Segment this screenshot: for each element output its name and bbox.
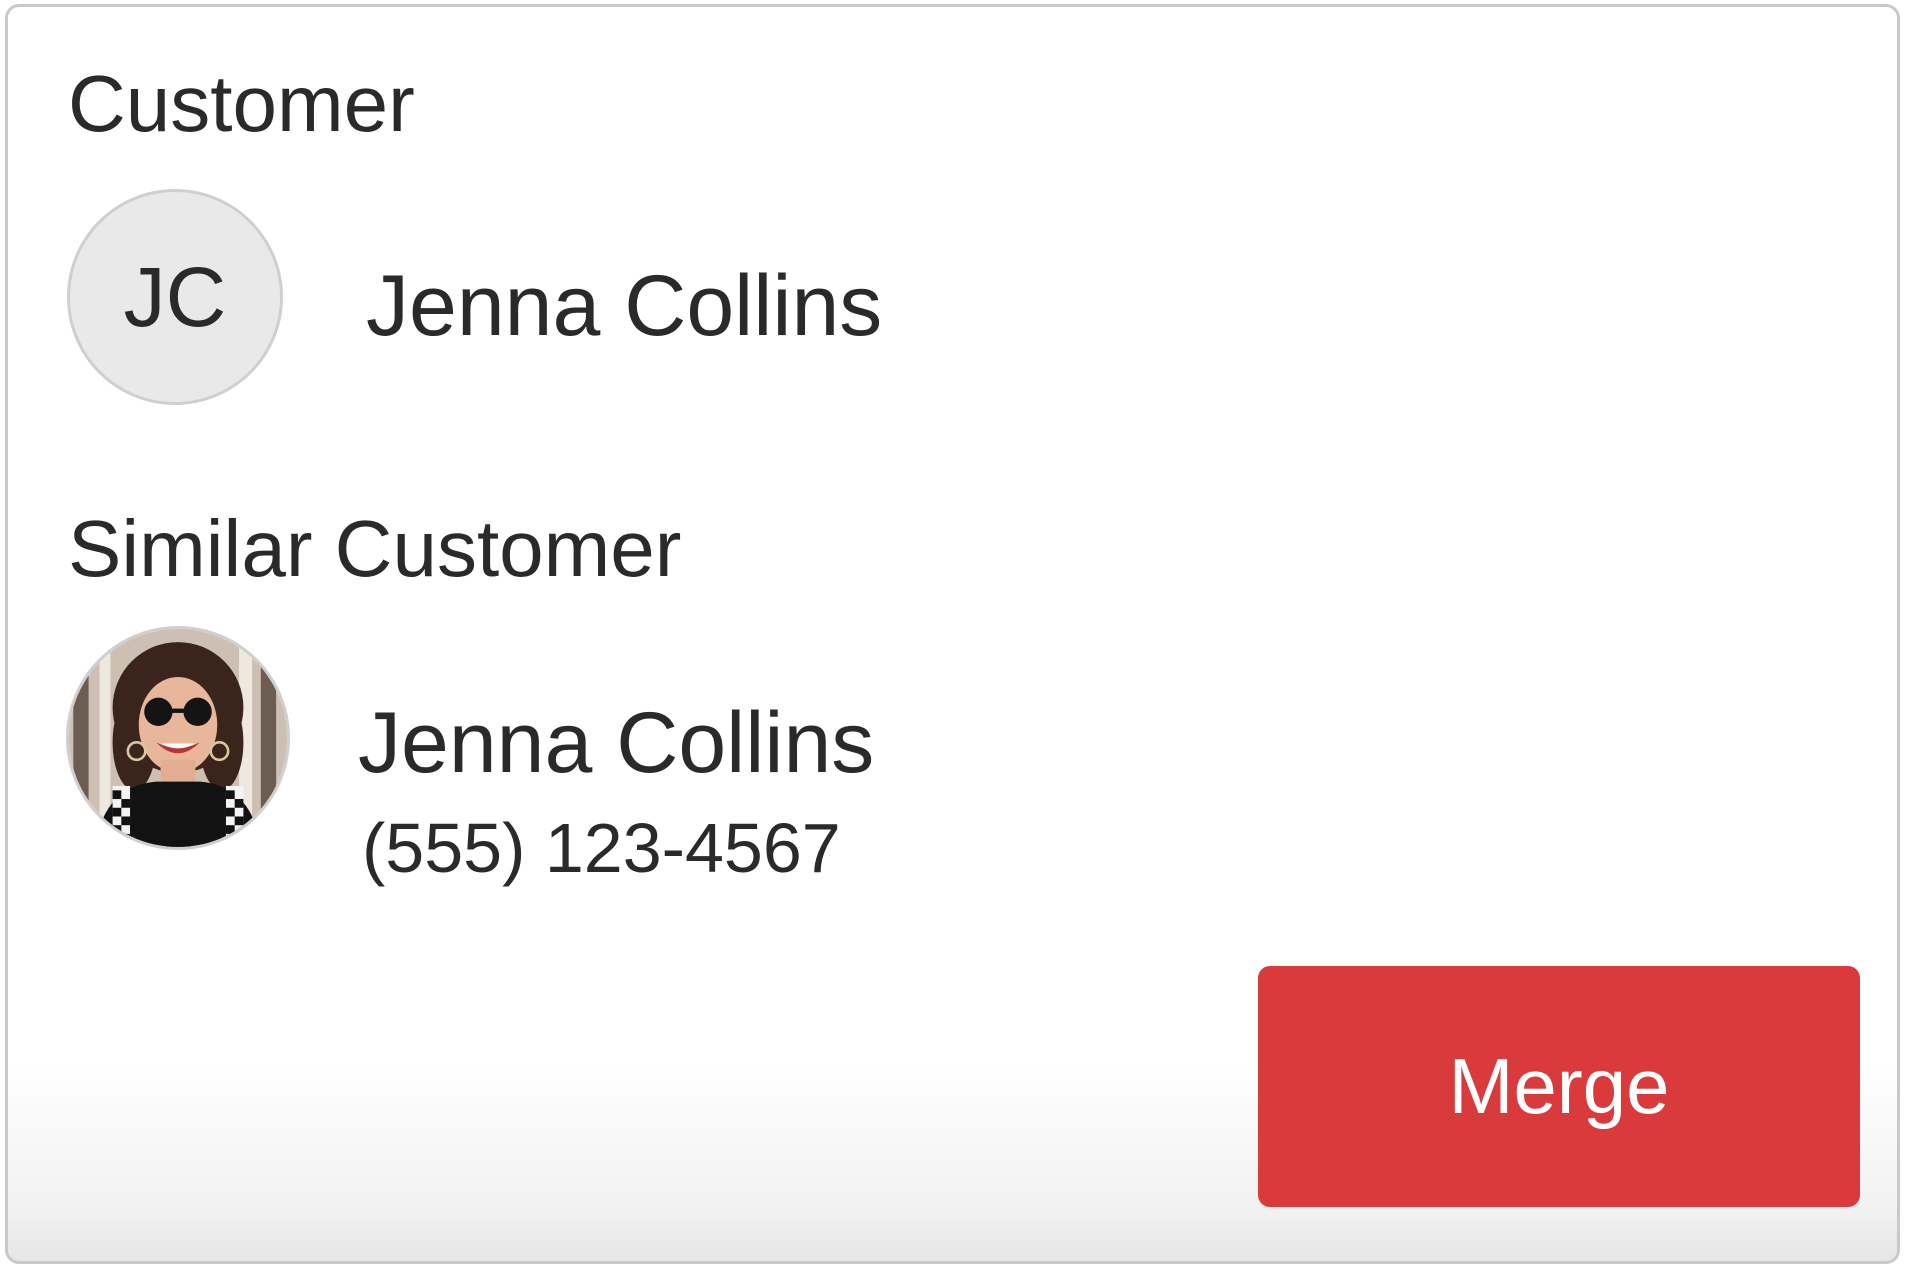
merge-button[interactable]: Merge	[1258, 966, 1860, 1207]
customer-name: Jenna Collins	[366, 258, 883, 354]
customer-section-title: Customer	[68, 59, 415, 148]
customer-photo-icon	[69, 629, 287, 847]
similar-customer-section-title: Similar Customer	[68, 504, 682, 593]
customer-initials: JC	[123, 249, 227, 344]
similar-customer-avatar	[66, 626, 290, 850]
customer-avatar: JC	[67, 189, 283, 405]
similar-customer-name: Jenna Collins	[358, 695, 875, 791]
merge-customer-card: Customer JC Jenna Collins Similar Custom…	[5, 4, 1900, 1264]
similar-customer-phone: (555) 123-4567	[362, 809, 841, 887]
